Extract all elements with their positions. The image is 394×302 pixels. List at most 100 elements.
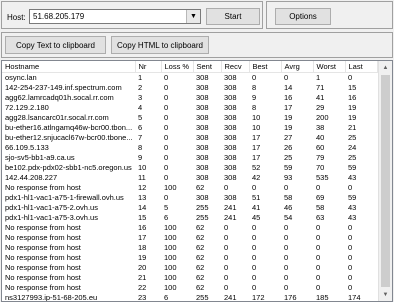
table-cell: 63 xyxy=(316,213,325,222)
host-input[interactable]: 51.68.205.179 xyxy=(33,12,84,21)
chevron-down-icon[interactable]: ▼ xyxy=(186,10,200,23)
table-cell: 0 xyxy=(164,83,169,92)
table-cell: ns3127993.ip-51-68-205.eu xyxy=(5,293,98,302)
column-header[interactable]: Sent xyxy=(193,61,222,73)
table-cell: 100 xyxy=(164,233,177,242)
start-button[interactable]: Start xyxy=(206,8,260,25)
table-row[interactable]: bu-ether16.atlngamq46w-bcr00.tbon... 6 0 30… xyxy=(2,123,377,133)
table-cell: 46 xyxy=(284,203,293,212)
table-cell: 308 xyxy=(196,153,209,162)
table-cell: 17 xyxy=(252,143,261,152)
table-cell: 185 xyxy=(316,293,329,302)
options-button[interactable]: Options xyxy=(275,8,331,25)
table-cell: 100 xyxy=(164,263,177,272)
copy-html-button[interactable]: Copy HTML to clipboard xyxy=(111,36,209,54)
results-table: Hostname Nr Loss % Sent Recv Best Avrg Worst Las… xyxy=(2,61,378,302)
table-row[interactable]: osync.lan 1 0 308 308 0 0 1 0 xyxy=(2,73,377,84)
table-cell: 0 xyxy=(284,263,289,272)
table-row[interactable]: No response from host 17 100 62 0 0 0 0 0 xyxy=(2,233,377,243)
vertical-scrollbar[interactable]: ▲ ▼ xyxy=(378,61,392,301)
table-cell: 8 xyxy=(138,143,143,152)
table-row[interactable]: bu-ether12.snjucacl67w-bcr00.tbone... 7 0 3… xyxy=(2,133,377,143)
table-cell: 308 xyxy=(224,83,237,92)
scroll-down-icon[interactable]: ▼ xyxy=(379,288,392,301)
table-row[interactable]: ns3127993.ip-51-68-205.eu 23 6 255 241 172 176… xyxy=(2,293,377,302)
table-cell: 29 xyxy=(316,103,325,112)
scroll-thumb[interactable] xyxy=(381,75,390,287)
column-header[interactable]: Avrg xyxy=(281,61,314,73)
table-cell: 16 xyxy=(284,93,293,102)
table-cell: 0 xyxy=(164,73,169,82)
table-row[interactable]: No response from host 19 100 62 0 0 0 0 0 xyxy=(2,253,377,263)
column-header[interactable]: Recv xyxy=(221,61,250,73)
table-cell: 6 xyxy=(164,213,169,222)
host-label: Host: xyxy=(7,13,26,22)
table-row[interactable]: pdx1-hl1-vac1-a75-2.ovh.us 14 5 255 241 41 46 5… xyxy=(2,203,377,213)
table-row[interactable]: No response from host 22 100 62 0 0 0 0 0 xyxy=(2,283,377,293)
results-table-container: Hostname Nr Loss % Sent Recv Best Avrg Worst Las… xyxy=(1,60,393,302)
table-cell: 10 xyxy=(138,163,147,172)
table-row[interactable]: pdx1-hl1-vac1-a75-3.ovh.us 15 6 255 241 45 54 6… xyxy=(2,213,377,223)
table-cell: 0 xyxy=(284,73,289,82)
table-cell: 0 xyxy=(316,183,321,192)
table-cell: 17 xyxy=(252,153,261,162)
column-header[interactable]: Nr xyxy=(135,61,162,73)
table-row[interactable]: 142-254-237-149.inf.spectrum.com 2 0 308 308… xyxy=(2,83,377,93)
table-cell: 308 xyxy=(196,173,209,182)
table-cell: 0 xyxy=(252,283,257,292)
table-cell: 0 xyxy=(348,243,353,252)
table-cell: 174 xyxy=(348,293,361,302)
table-row[interactable]: 66.109.5.133 8 0 308 308 17 26 60 24 xyxy=(2,143,377,153)
table-cell: 100 xyxy=(164,273,177,282)
table-row[interactable]: pdx1-hl1-vac1-a75-1-firewall.ovh.us 13 0 30… xyxy=(2,193,377,203)
table-cell: 0 xyxy=(164,103,169,112)
table-row[interactable]: 72.129.2.180 4 0 308 308 8 17 29 19 xyxy=(2,103,377,113)
table-cell: 25 xyxy=(348,153,357,162)
table-cell: 22 xyxy=(138,283,147,292)
column-header[interactable]: Hostname xyxy=(2,61,136,73)
table-cell: 0 xyxy=(348,183,353,192)
column-header[interactable]: Last xyxy=(345,61,378,73)
column-header[interactable]: Loss % xyxy=(161,61,194,73)
table-cell: pdx1-hl1-vac1-a75-1-firewall.ovh.us xyxy=(5,193,124,202)
table-row[interactable]: No response from host 16 100 62 0 0 0 0 0 xyxy=(2,223,377,233)
table-row[interactable]: agg28.lsancarc01r.socal.rr.com 5 0 308 308 10… xyxy=(2,113,377,123)
table-cell: 0 xyxy=(284,223,289,232)
table-row[interactable]: No response from host 18 100 62 0 0 0 0 0 xyxy=(2,243,377,253)
table-cell: 41 xyxy=(316,93,325,102)
table-row[interactable]: agg62.lamrcadq01h.socal.rr.com 3 0 308 308 9 1… xyxy=(2,93,377,103)
table-cell: 3 xyxy=(138,93,143,102)
table-cell: 0 xyxy=(284,253,289,262)
table-cell: 0 xyxy=(284,273,289,282)
table-cell: 0 xyxy=(252,243,257,252)
table-row[interactable]: 142.44.208.227 11 0 308 308 42 93 535 43 xyxy=(2,173,377,183)
host-combobox[interactable]: 51.68.205.179 ▼ xyxy=(29,9,201,24)
table-cell: No response from host xyxy=(5,263,81,272)
table-cell: 15 xyxy=(348,83,357,92)
table-row[interactable]: be102.pdx-pdx02-sbb1-nc5.oregon.us 10 0 308… xyxy=(2,163,377,173)
table-cell: 13 xyxy=(138,193,147,202)
table-cell: 19 xyxy=(138,253,147,262)
scroll-up-icon[interactable]: ▲ xyxy=(379,61,392,74)
column-header[interactable]: Best xyxy=(249,61,282,73)
table-cell: No response from host xyxy=(5,183,81,192)
column-header[interactable]: Worst xyxy=(313,61,346,73)
table-cell: 308 xyxy=(196,123,209,132)
table-cell: 308 xyxy=(196,193,209,202)
table-cell: 0 xyxy=(164,153,169,162)
table-row[interactable]: No response from host 12 100 62 0 0 0 0 0 xyxy=(2,183,377,193)
table-row[interactable]: No response from host 21 100 62 0 0 0 0 0 xyxy=(2,273,377,283)
table-row[interactable]: sjo-sv5-bb1-a9.ca.us 9 0 308 308 17 25 79 25 xyxy=(2,153,377,163)
table-cell: 21 xyxy=(348,123,357,132)
table-cell: bu-ether16.atlngamq46w-bcr00.tbon... xyxy=(5,123,133,132)
table-cell: agg62.lamrcadq01h.socal.rr.com xyxy=(5,93,114,102)
table-cell: 26 xyxy=(284,143,293,152)
table-cell: 58 xyxy=(284,193,293,202)
table-row[interactable]: No response from host 20 100 62 0 0 0 0 0 xyxy=(2,263,377,273)
table-cell: 308 xyxy=(224,93,237,102)
table-cell: 535 xyxy=(316,173,329,182)
table-cell: 308 xyxy=(196,113,209,122)
table-cell: 18 xyxy=(138,243,147,252)
copy-text-button[interactable]: Copy Text to clipboard xyxy=(5,36,106,54)
table-cell: 38 xyxy=(316,123,325,132)
